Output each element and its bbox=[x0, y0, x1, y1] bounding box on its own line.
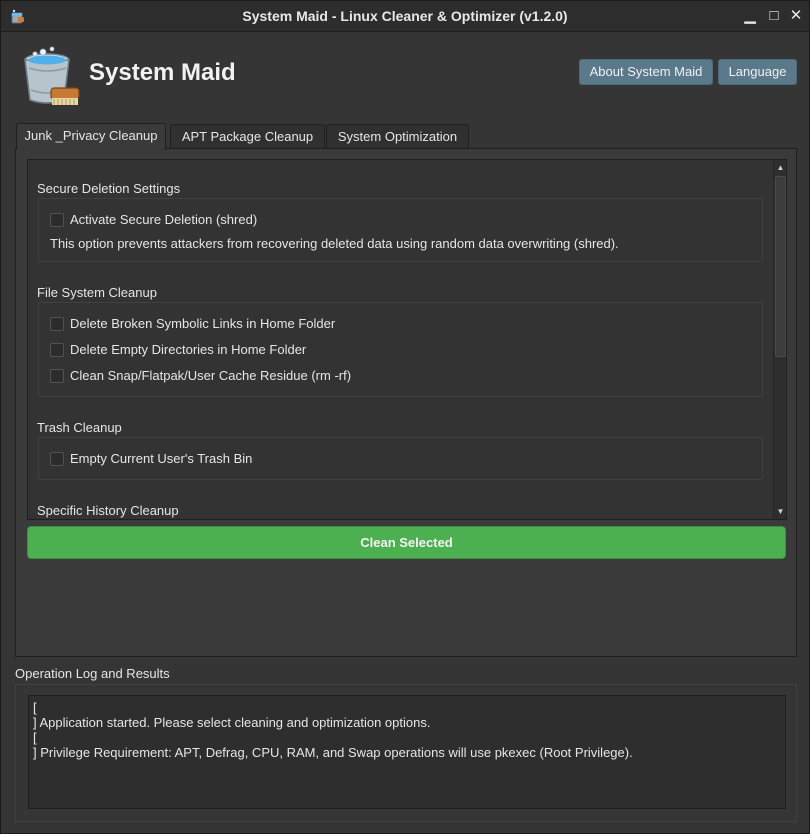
section-title-history: Specific History Cleanup bbox=[37, 503, 179, 518]
checkbox-label: Delete Empty Directories in Home Folder bbox=[70, 342, 307, 357]
bucket-brush-icon bbox=[19, 44, 83, 108]
scrollbar-thumb[interactable] bbox=[775, 176, 786, 357]
secure-deletion-group: Activate Secure Deletion (shred) This op… bbox=[38, 198, 763, 262]
maximize-icon[interactable]: □ bbox=[765, 7, 783, 25]
checkbox-label: Delete Broken Symbolic Links in Home Fol… bbox=[70, 316, 336, 331]
checkbox-label: Activate Secure Deletion (shred) bbox=[70, 212, 258, 227]
operation-log[interactable]: [ ] Application started. Please select c… bbox=[28, 695, 786, 809]
tab-junk-privacy-cleanup[interactable]: Junk _Privacy Cleanup bbox=[16, 123, 166, 150]
scroll-up-icon[interactable]: ▲ bbox=[774, 161, 786, 174]
file-system-group: Delete Broken Symbolic Links in Home Fol… bbox=[38, 302, 763, 397]
language-button[interactable]: Language bbox=[718, 59, 797, 85]
close-icon[interactable]: ✕ bbox=[787, 7, 805, 25]
section-title-secure-deletion: Secure Deletion Settings bbox=[37, 181, 181, 196]
checkbox-label: Clean Snap/Flatpak/User Cache Residue (r… bbox=[70, 368, 352, 383]
section-title-trash: Trash Cleanup bbox=[37, 420, 122, 435]
tab-panel: Secure Deletion Settings Activate Secure… bbox=[15, 148, 797, 657]
title-bar[interactable]: System Maid - Linux Cleaner & Optimizer … bbox=[1, 1, 809, 32]
checkbox[interactable] bbox=[50, 317, 64, 331]
section-title-file-system: File System Cleanup bbox=[37, 285, 157, 300]
vertical-scrollbar[interactable]: ▲ ▼ bbox=[773, 160, 786, 519]
log-group: [ ] Application started. Please select c… bbox=[15, 684, 797, 822]
clean-selected-button[interactable]: Clean Selected bbox=[27, 526, 786, 559]
checkbox[interactable] bbox=[50, 213, 64, 227]
checkbox[interactable] bbox=[50, 369, 64, 383]
trash-group: Empty Current User's Trash Bin bbox=[38, 437, 763, 480]
app-window: System Maid - Linux Cleaner & Optimizer … bbox=[0, 0, 810, 834]
about-button[interactable]: About System Maid bbox=[579, 59, 713, 85]
window-title: System Maid - Linux Cleaner & Optimizer … bbox=[242, 8, 568, 24]
tab-system-optimization[interactable]: System Optimization bbox=[326, 124, 469, 149]
scroll-down-icon[interactable]: ▼ bbox=[774, 505, 786, 518]
log-title: Operation Log and Results bbox=[15, 666, 170, 681]
checkbox[interactable] bbox=[50, 452, 64, 466]
checkbox[interactable] bbox=[50, 343, 64, 357]
secure-deletion-description: This option prevents attackers from reco… bbox=[50, 236, 619, 251]
minimize-icon[interactable]: ▁ bbox=[741, 7, 759, 25]
tab-apt-package-cleanup[interactable]: APT Package Cleanup bbox=[170, 124, 325, 149]
options-scroll-area[interactable]: Secure Deletion Settings Activate Secure… bbox=[27, 159, 787, 520]
checkbox-label: Empty Current User's Trash Bin bbox=[70, 451, 253, 466]
app-title: System Maid bbox=[89, 59, 236, 86]
